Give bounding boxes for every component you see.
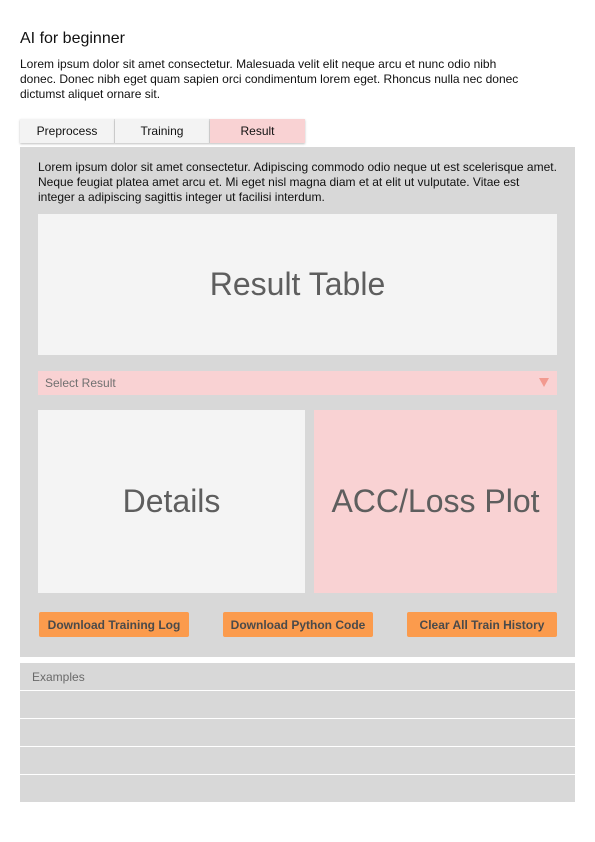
select-result-placeholder: Select Result xyxy=(45,376,116,390)
details-panel: Details xyxy=(38,410,305,593)
example-row[interactable] xyxy=(20,691,575,718)
tab-preprocess[interactable]: Preprocess xyxy=(20,119,115,143)
acc-loss-plot: ACC/Loss Plot xyxy=(314,410,557,593)
download-training-log-button[interactable]: Download Training Log xyxy=(39,612,189,637)
result-table: Result Table xyxy=(38,214,557,355)
example-row[interactable] xyxy=(20,775,575,802)
download-python-code-button[interactable]: Download Python Code xyxy=(223,612,373,637)
result-panel: Lorem ipsum dolor sit amet consectetur. … xyxy=(20,147,575,657)
tab-training[interactable]: Training xyxy=(115,119,210,143)
examples-table: Examples xyxy=(20,663,575,803)
page-intro: Lorem ipsum dolor sit amet consectetur. … xyxy=(20,57,519,101)
select-result-dropdown[interactable]: Select Result xyxy=(38,371,557,395)
examples-header: Examples xyxy=(20,663,575,690)
page-title: AI for beginner xyxy=(20,30,125,47)
example-row[interactable] xyxy=(20,719,575,746)
tab-result[interactable]: Result xyxy=(210,119,305,143)
example-row[interactable] xyxy=(20,747,575,774)
result-description: Lorem ipsum dolor sit amet consectetur. … xyxy=(38,160,557,204)
clear-train-history-button[interactable]: Clear All Train History xyxy=(407,612,557,637)
tab-bar: Preprocess Training Result xyxy=(20,119,305,143)
dropdown-arrow-icon xyxy=(539,378,549,387)
